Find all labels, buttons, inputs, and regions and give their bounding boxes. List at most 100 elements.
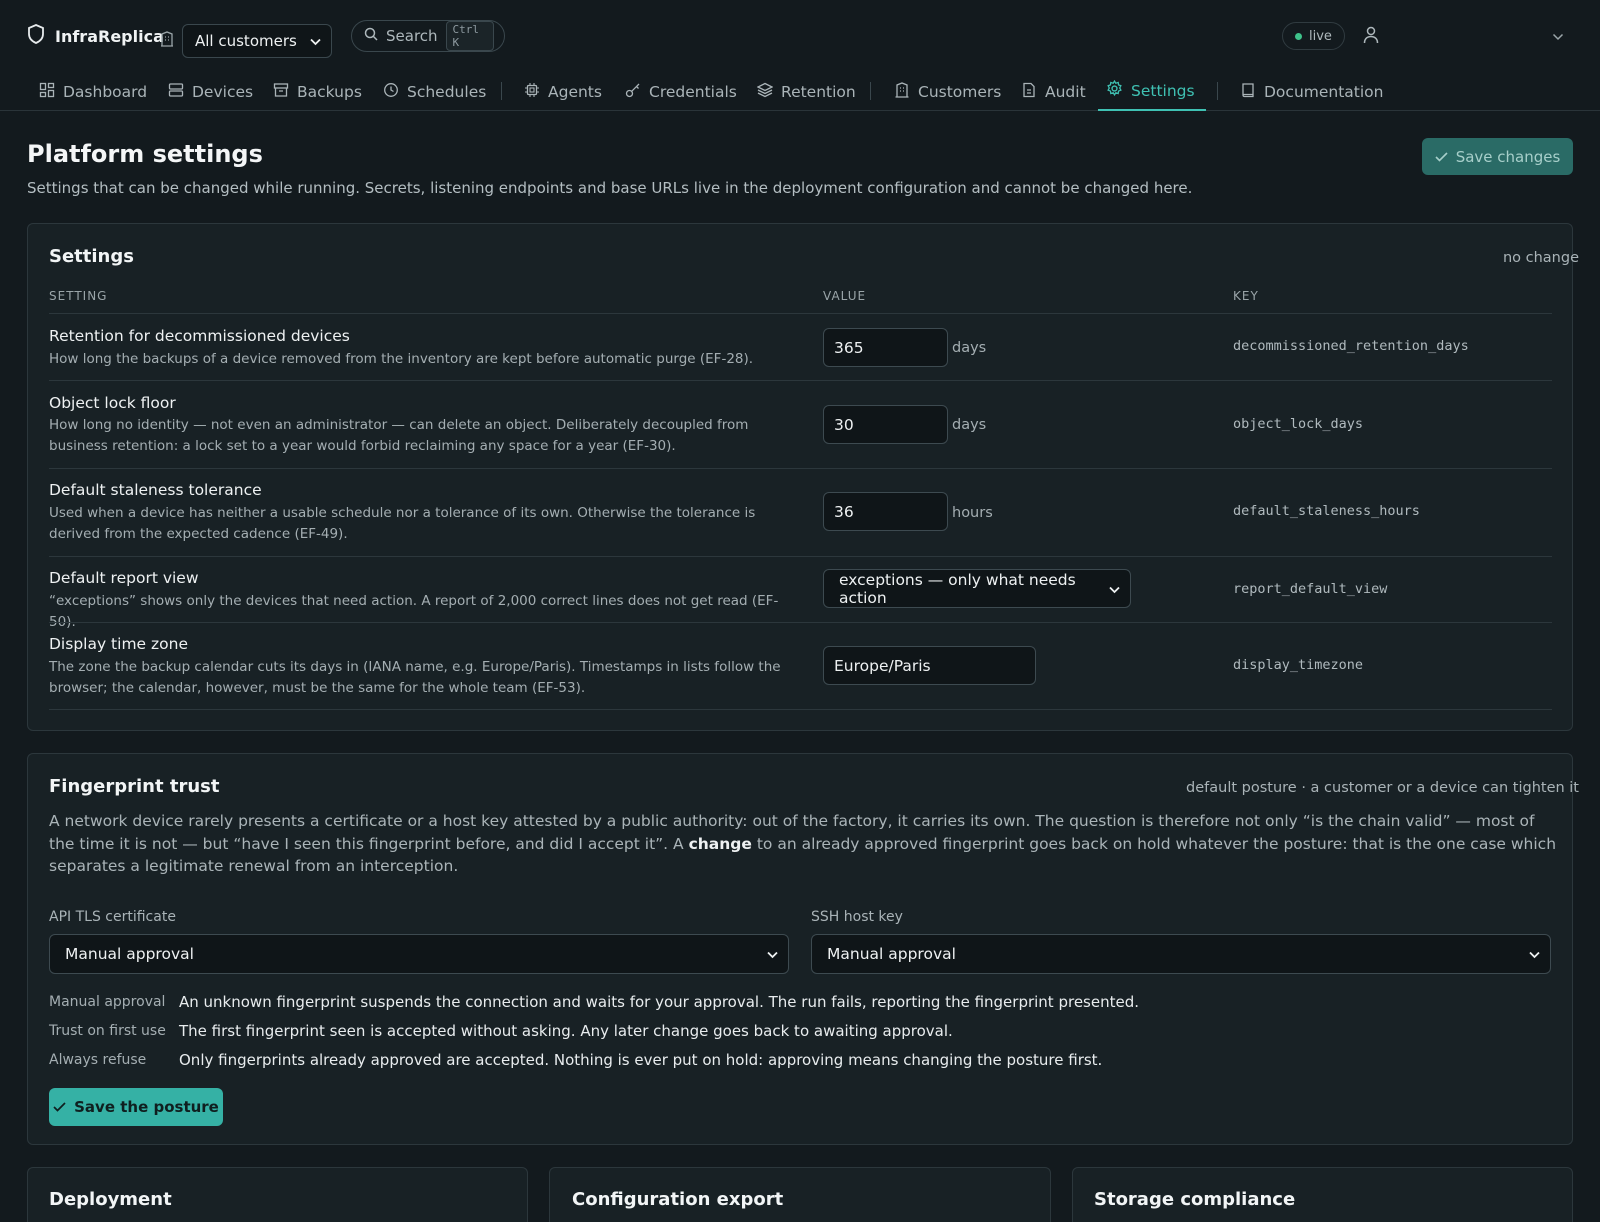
nav-label: Retention [781,82,856,101]
save-changes-button[interactable]: Save changes [1422,138,1573,175]
nav-credentials[interactable]: Credentials [617,72,745,111]
clock-icon [383,82,399,102]
nav-settings[interactable]: Settings [1098,72,1206,111]
unit-label: hours [952,505,993,521]
customer-select[interactable]: All customers [182,24,332,58]
object-lock-days-input[interactable]: 30 [823,405,948,444]
api-tls-label: API TLS certificate [49,909,176,925]
check-icon [1435,148,1448,166]
setting-description: How long no identity — not even an admin… [49,417,749,454]
staleness-hours-input[interactable]: 36 [823,492,948,531]
live-dot-icon [1295,32,1302,40]
posture-term: Always refuse [49,1052,147,1068]
settings-card [27,223,1573,731]
nav-label: Backups [297,82,362,101]
nav-label: Audit [1045,82,1086,101]
ssh-host-key-label: SSH host key [811,909,903,925]
brand[interactable]: InfraReplica [27,24,164,48]
nav-schedules[interactable]: Schedules [375,72,494,111]
divider [49,380,1552,381]
column-header-value: VALUE [823,289,867,303]
key-icon [625,82,641,102]
save-posture-button[interactable]: Save the posture [49,1088,223,1126]
setting-name: Retention for decommissioned devices [49,327,350,345]
save-posture-label: Save the posture [74,1098,219,1116]
report-view-value: exceptions — only what needs action [839,570,1076,607]
shield-icon [27,24,45,48]
fingerprint-note: default posture · a customer or a device… [1186,780,1579,796]
setting-description: Used when a device has neither a usable … [49,505,756,542]
setting-name: Default report view [49,569,199,587]
user-menu-chevron-icon[interactable] [1552,27,1564,45]
save-changes-label: Save changes [1455,147,1561,166]
nav-customers[interactable]: Customers [886,72,1009,111]
nav-retention[interactable]: Retention [749,72,864,111]
posture-term: Manual approval [49,994,166,1010]
settings-status: no change [1502,250,1579,266]
check-icon [53,1098,66,1116]
nav-label: Agents [548,82,602,101]
cpu-icon [524,82,540,102]
ssh-host-key-select[interactable]: Manual approval [811,934,1551,974]
setting-description: “exceptions” shows only the devices that… [49,593,779,630]
settings-card-title: Settings [49,246,134,267]
customer-select-value: All customers [195,32,297,50]
status-badge: live [1282,22,1345,50]
setting-name: Object lock floor [49,394,176,412]
timezone-input[interactable]: Europe/Paris [823,646,1036,685]
search-icon [364,27,378,45]
top-bar: InfraReplica All customers Search Ctrl K… [0,0,1600,72]
posture-description: The first fingerprint seen is accepted w… [179,1022,953,1040]
archive-icon [273,82,289,102]
column-header-setting: SETTING [49,289,108,303]
nav-label: Dashboard [63,82,148,101]
page-title: Platform settings [27,140,263,168]
nav-documentation[interactable]: Documentation [1232,72,1392,111]
app-name: InfraReplica [55,26,164,46]
search-label: Search [386,27,438,45]
gear-icon [1106,79,1123,101]
chevron-down-icon [1109,580,1120,598]
ssh-host-key-value: Manual approval [827,945,956,963]
nav-dashboard[interactable]: Dashboard [31,72,155,111]
nav-label: Credentials [649,82,737,101]
posture-description: An unknown fingerprint suspends the conn… [179,993,1139,1011]
setting-name: Display time zone [49,635,188,653]
nav-label: Schedules [407,82,487,101]
document-icon [1021,82,1037,102]
nav-backups[interactable]: Backups [265,72,370,111]
building-icon [160,31,174,51]
fingerprint-card-title: Fingerprint trust [49,776,220,797]
chevron-down-icon [1529,945,1540,963]
main-nav: Dashboard Devices Backups Schedules Agen… [0,72,1600,111]
setting-key: default_staleness_hours [1233,503,1420,519]
nav-devices[interactable]: Devices [160,72,261,111]
nav-audit[interactable]: Audit [1013,72,1094,111]
divider [49,556,1552,557]
divider [49,622,1552,623]
unit-label: days [952,417,987,433]
chevron-down-icon [767,945,778,963]
column-header-key: KEY [1233,289,1259,303]
nav-label: Settings [1131,81,1195,100]
status-text: live [1309,28,1332,44]
report-view-select[interactable]: exceptions — only what needs action [823,569,1131,608]
deployment-card-title: Deployment [49,1189,172,1210]
nav-divider [1217,82,1218,100]
nav-divider [501,82,502,100]
divider [49,709,1552,710]
user-icon[interactable] [1363,26,1379,48]
server-icon [168,82,184,102]
unit-label: days [952,340,987,356]
setting-description: How long the backups of a device removed… [49,351,754,367]
nav-agents[interactable]: Agents [516,72,610,111]
retention-days-input[interactable]: 365 [823,328,948,367]
fingerprint-description: A network device rarely presents a certi… [49,812,1557,875]
setting-key: decommissioned_retention_days [1233,338,1469,354]
search-button[interactable]: Search Ctrl K [351,20,505,52]
nav-divider [870,82,871,100]
posture-term: Trust on first use [49,1023,166,1039]
chevron-down-icon [310,32,321,50]
api-tls-select[interactable]: Manual approval [49,934,789,974]
page-subtitle: Settings that can be changed while runni… [27,179,1193,197]
